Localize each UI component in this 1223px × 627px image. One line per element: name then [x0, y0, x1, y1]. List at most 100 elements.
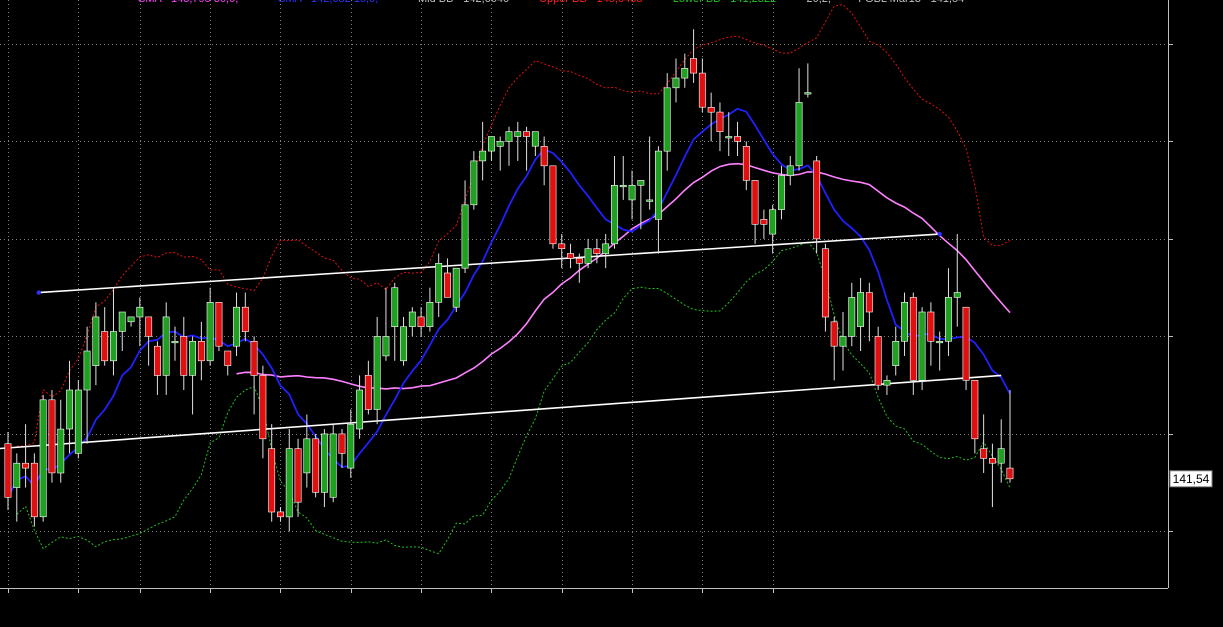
candle-body-up	[435, 262, 443, 303]
candle-body-down	[558, 243, 566, 250]
candle-body-up	[382, 336, 390, 357]
x-tick-label: 28th	[67, 598, 90, 612]
candle-body-up	[373, 336, 381, 410]
candle-body-down	[821, 248, 829, 318]
candle-body-down	[734, 136, 742, 142]
candle-body-up	[646, 199, 654, 202]
candle-body-up	[487, 136, 495, 152]
candle-body-up	[452, 267, 460, 308]
candle-body-down	[593, 248, 601, 254]
y-tick-label: 144,00	[1178, 233, 1215, 247]
y-tick-label: 141,00	[1178, 525, 1215, 539]
x-tick-label: 22nd	[197, 598, 224, 612]
candle-body-down	[22, 462, 29, 469]
chart-background	[0, 0, 1223, 623]
candle-body-up	[118, 311, 126, 332]
x-tick-label: déc.	[480, 598, 503, 612]
candle-body-up	[83, 350, 91, 391]
candle-body-up	[936, 340, 944, 344]
candle-body-up	[233, 306, 240, 347]
candle-body-up	[514, 131, 522, 137]
candle-body-up	[189, 340, 196, 376]
y-tick-label: 146,00	[1178, 38, 1215, 52]
candle-body-down	[575, 258, 583, 264]
candle-body-down	[690, 58, 698, 74]
candle-body-up	[681, 68, 689, 79]
candle-body-up	[57, 428, 65, 474]
candle-body-up	[320, 433, 328, 493]
candle-body-up	[66, 389, 74, 430]
candle-body-up	[127, 316, 135, 323]
candle-body-up	[944, 297, 952, 342]
candle-body-down	[716, 111, 724, 132]
x-tick-label: 25th	[762, 598, 785, 612]
candle-body-up	[92, 316, 100, 366]
candle-body-down	[962, 306, 970, 381]
candle-body-down	[145, 316, 153, 337]
candle-body-up	[391, 287, 399, 328]
candle-body-down	[294, 448, 302, 503]
candle-body-up	[408, 311, 416, 327]
candle-body-down	[312, 438, 320, 493]
candle-body-up	[804, 92, 812, 95]
x-tick-label: oct.	[131, 598, 150, 612]
candle-body-down	[443, 272, 451, 298]
candle-body-down	[241, 306, 249, 332]
candle-body-down	[971, 379, 979, 440]
trend-anchor-point	[36, 290, 41, 295]
candle-body-up	[918, 311, 926, 381]
candle-body-up	[953, 292, 961, 298]
candle-body-up	[479, 150, 487, 162]
y-tick-label: 143,00	[1178, 330, 1215, 344]
candle-body-up	[848, 297, 856, 337]
candle-body-up	[584, 248, 592, 264]
candle-body-up	[531, 131, 539, 147]
candle-body-up	[347, 423, 355, 469]
candle-body-up	[672, 77, 680, 89]
candle-body-up	[997, 448, 1005, 464]
candle-body-up	[619, 185, 627, 188]
candle-body-down	[197, 340, 205, 362]
indicator-value-label: 143,79	[1176, 253, 1213, 267]
x-tick-label: 15th	[691, 598, 714, 612]
x-tick-label: 17th	[551, 598, 574, 612]
candle-body-down	[909, 297, 917, 381]
indicator-legend-item: FGBL Mar13 - 141,54	[858, 0, 964, 5]
x-tick-label: 23rd	[409, 598, 433, 612]
candle-body-up	[602, 243, 610, 254]
candle-body-up	[400, 326, 407, 362]
candle-body-down	[980, 448, 988, 459]
candle-body-down	[988, 457, 996, 464]
candle-body-down	[154, 345, 161, 376]
indicator-legend-item: SMA - 143,795 30,0,-	[138, 0, 242, 5]
candle-body-down	[927, 311, 935, 342]
candle-body-up	[162, 316, 170, 376]
candle-body-down	[417, 316, 425, 327]
indicator-legend-item: Lower BB - 141,2822	[673, 0, 776, 5]
indicator-legend-item: 20,2,-	[807, 0, 835, 5]
status-info-line: cfd O=142,03 H=143,00 L=142,13 C=142,33 …	[2, 614, 664, 623]
candle-body-up	[206, 301, 214, 362]
candle-body-up	[777, 175, 785, 210]
candle-body-down	[180, 336, 188, 376]
candle-body-up	[786, 165, 794, 176]
candle-body-up	[883, 379, 891, 386]
candle-body-down	[698, 72, 706, 108]
candlestick-chart: 146,00 145,00 144,00 143,00 142,00 141,00 8th 2…	[0, 0, 1223, 625]
x-tick-label: 2013	[619, 598, 646, 612]
candle-body-up	[505, 131, 513, 142]
candle-body-down	[276, 511, 284, 518]
candle-body-down	[101, 331, 109, 362]
candle-body-up	[892, 340, 900, 366]
trend-anchor-point	[937, 231, 942, 237]
candle-body-down	[549, 165, 557, 245]
candle-body-down	[268, 448, 276, 513]
candle-body-up	[39, 399, 47, 518]
candle-body-up	[303, 438, 311, 474]
candle-body-up	[13, 462, 21, 488]
candle-body-down	[48, 399, 56, 474]
candle-body-up	[110, 331, 117, 362]
candle-body-down	[865, 292, 873, 313]
candle-body-up	[857, 292, 865, 327]
candle-body-down	[364, 375, 372, 410]
